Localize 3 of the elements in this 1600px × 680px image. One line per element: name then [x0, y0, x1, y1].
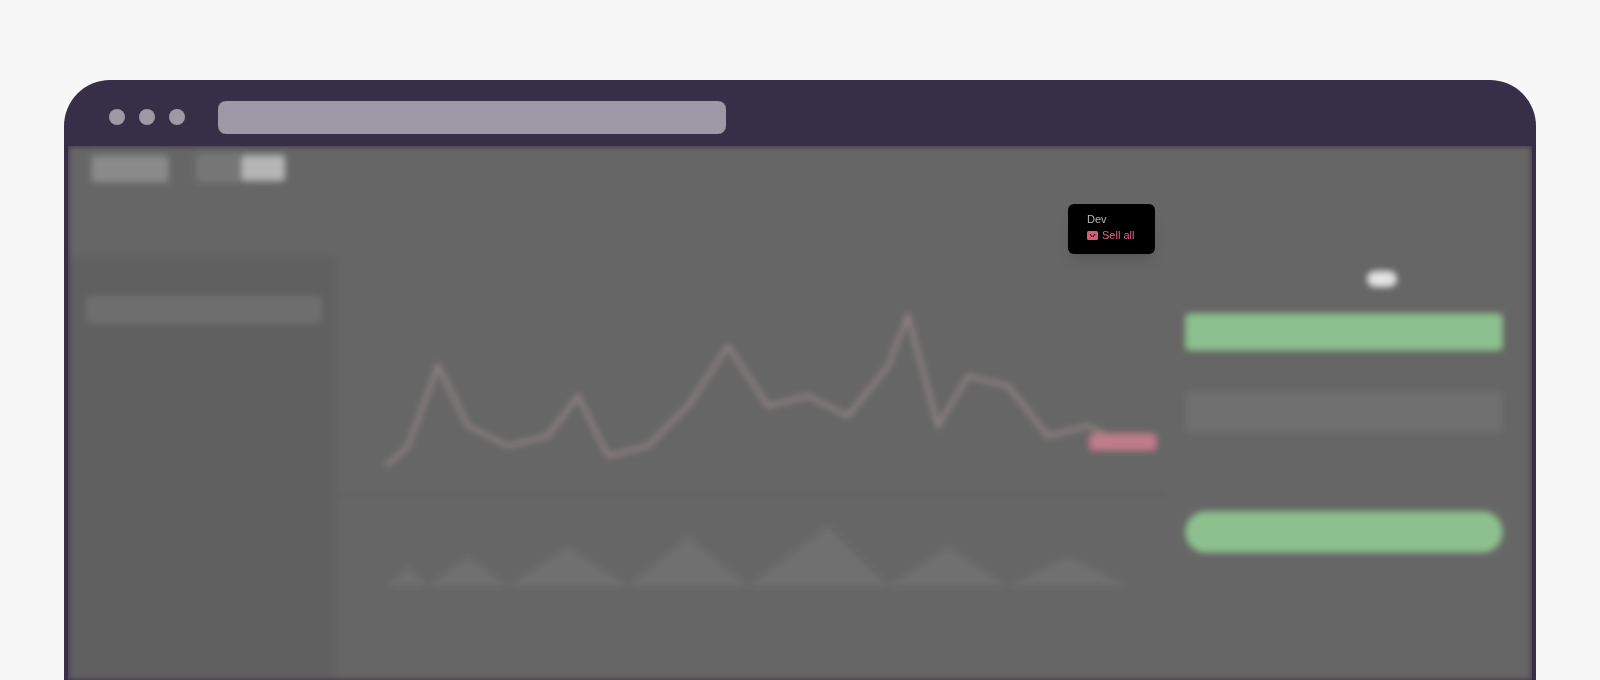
tooltip-title: Dev: [1087, 212, 1108, 226]
sell-all-link[interactable]: Sell all: [1102, 228, 1135, 242]
sell-icon: [1087, 230, 1098, 240]
